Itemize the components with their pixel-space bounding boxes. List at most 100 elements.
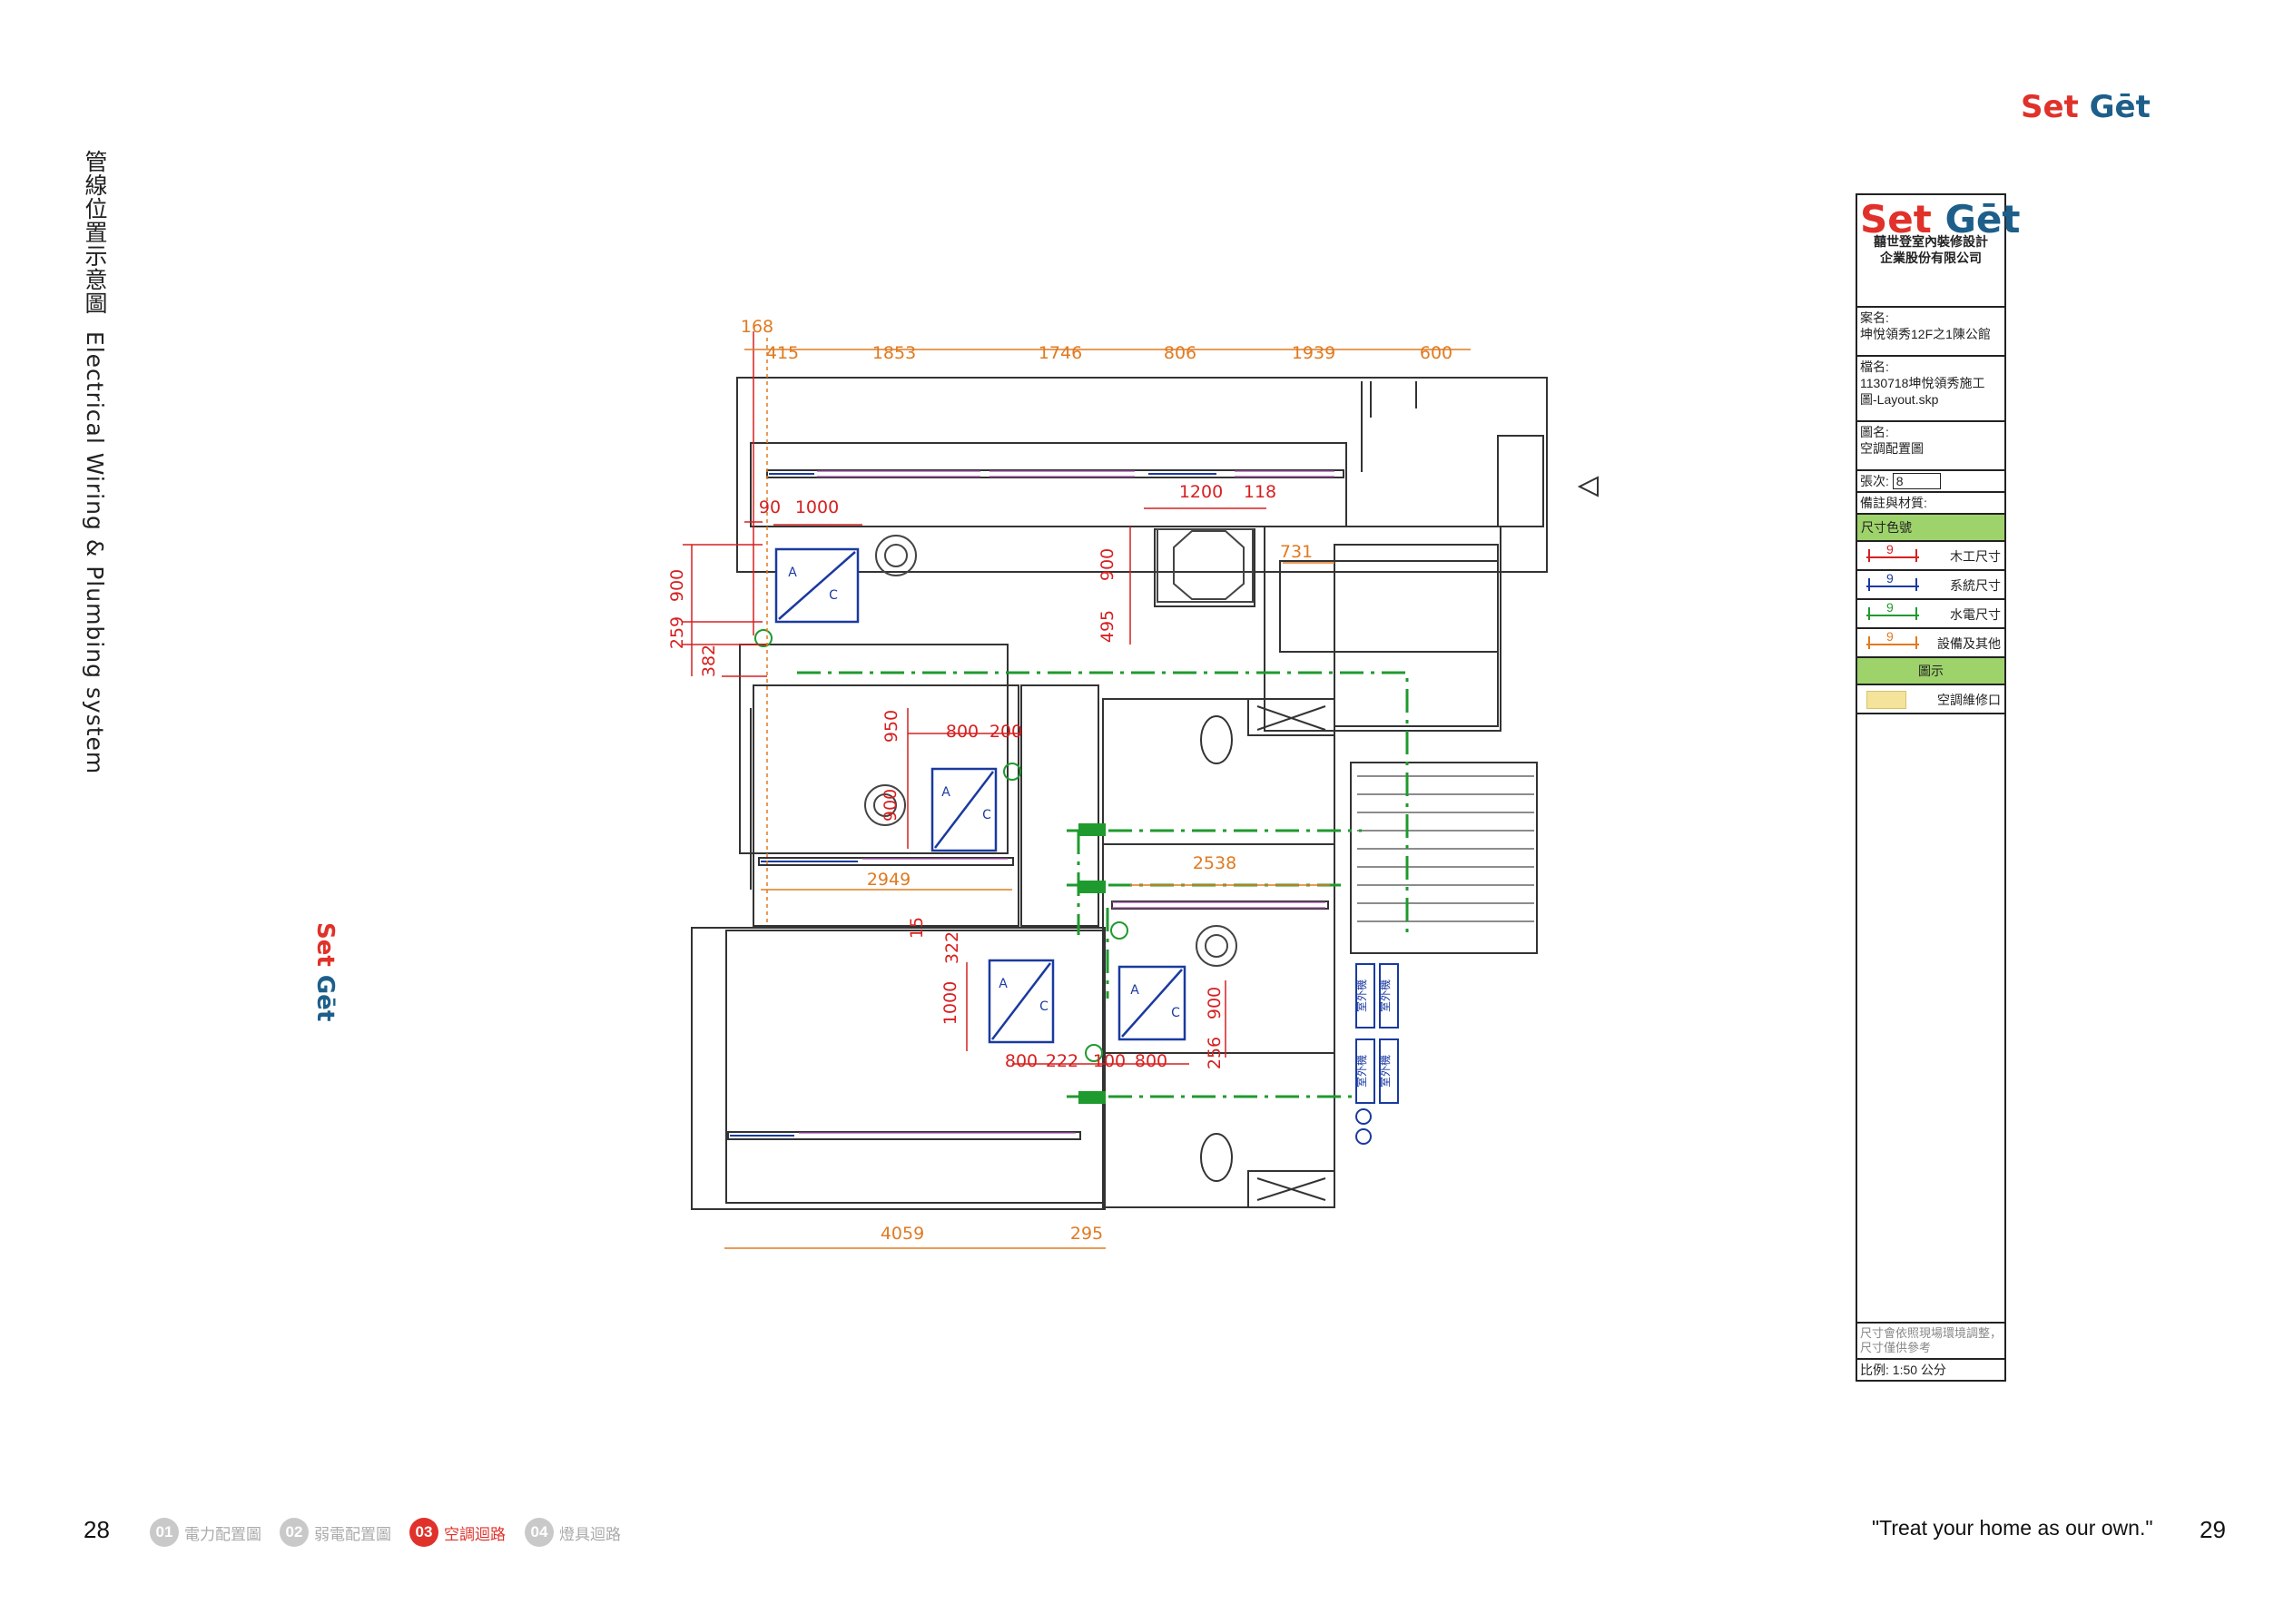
case-label: 案名: bbox=[1860, 310, 1889, 325]
remarks-label: 備註與材質: bbox=[1860, 496, 1927, 510]
dimension-label: 259 bbox=[667, 616, 687, 649]
dimension-label: 295 bbox=[1070, 1224, 1103, 1244]
dimension-label: 950 bbox=[881, 710, 901, 743]
legend-label: 系統尺寸 bbox=[1950, 578, 2001, 593]
file-label: 檔名: bbox=[1860, 359, 1889, 374]
page-number-right: 29 bbox=[2200, 1516, 2226, 1543]
dimension-label: 222 bbox=[1046, 1051, 1078, 1071]
dimension-label: 800 bbox=[946, 722, 979, 742]
dim-colors-header: 尺寸色號 bbox=[1857, 515, 2004, 542]
nav-item-04[interactable]: 04 燈具迴路 bbox=[525, 1518, 621, 1547]
dimension-label: 495 bbox=[1098, 610, 1117, 643]
dimension-label: 1200 bbox=[1179, 482, 1223, 502]
symbol-row: 空調維修口 bbox=[1857, 685, 2004, 714]
drawing-value: 空調配置圖 bbox=[1860, 441, 1924, 456]
legend-dimension-sample: 9 bbox=[1865, 629, 1921, 653]
drawing-label: 圖名: bbox=[1860, 425, 1889, 439]
dimension-label: C bbox=[982, 808, 991, 822]
sheet-label: 張次: bbox=[1860, 474, 1889, 488]
nav-number-badge: 03 bbox=[409, 1518, 438, 1547]
dimension-label: 900 bbox=[667, 569, 687, 602]
dimension-label: A bbox=[1130, 983, 1139, 998]
legend-row: 9 水電尺寸 bbox=[1857, 600, 2004, 629]
dimension-label: 168 bbox=[741, 317, 773, 337]
nav-item-03[interactable]: 03 空調迴路 bbox=[409, 1518, 506, 1547]
file-name-row: 檔名: 1130718坤悅領秀施工圖-Layout.skp bbox=[1857, 357, 2004, 422]
nav-label: 弱電配置圖 bbox=[314, 1525, 391, 1543]
dimension-label: 室外機 bbox=[1378, 979, 1392, 1012]
remarks-row: 備註與材質: bbox=[1857, 493, 2004, 515]
dimension-label: 1000 bbox=[795, 497, 839, 517]
dimension-label: 800 bbox=[1005, 1051, 1038, 1071]
dimension-label: A bbox=[941, 785, 950, 800]
dimension-label: 4059 bbox=[881, 1224, 924, 1244]
legend-row: 9 木工尺寸 bbox=[1857, 542, 2004, 571]
dimension-label: 256 bbox=[1205, 1037, 1225, 1069]
dimension-label: A bbox=[788, 566, 797, 580]
dimension-label: 室外機 bbox=[1354, 979, 1368, 1012]
legend-number: 9 bbox=[1886, 571, 1894, 586]
dimension-label: 1000 bbox=[940, 981, 960, 1025]
dimension-label: A bbox=[999, 977, 1008, 991]
nav-number-badge: 02 bbox=[280, 1518, 309, 1547]
dimension-label: 118 bbox=[1244, 482, 1276, 502]
legend-number: 9 bbox=[1886, 629, 1894, 644]
legend-number: 9 bbox=[1886, 600, 1894, 615]
legend-number: 9 bbox=[1886, 542, 1894, 556]
dimension-label: 1939 bbox=[1292, 343, 1335, 363]
dimension-label: 2538 bbox=[1193, 853, 1236, 873]
drawing-name-row: 圖名: 空調配置圖 bbox=[1857, 422, 2004, 471]
scale-text: 比例: 1:50 公分 bbox=[1860, 1363, 1946, 1377]
nav-number-badge: 01 bbox=[150, 1518, 179, 1547]
legend-label: 設備及其他 bbox=[1937, 636, 2001, 651]
dimension-label: C bbox=[1039, 999, 1048, 1014]
nav-label: 電力配置圖 bbox=[184, 1525, 261, 1543]
sheet-row: 張次: 8 bbox=[1857, 471, 2004, 493]
dimension-label: 322 bbox=[942, 931, 962, 964]
dimension-label: 90 bbox=[759, 497, 781, 517]
legend-dimension-sample: 9 bbox=[1865, 542, 1921, 566]
legend-label: 水電尺寸 bbox=[1950, 607, 2001, 622]
nav-label: 燈具迴路 bbox=[559, 1525, 621, 1543]
title-block-footer: 尺寸會依照現場環境調整，尺寸僅供參考 比例: 1:50 公分 bbox=[1857, 1322, 2004, 1380]
company-line-2: 企業股份有限公司 bbox=[1880, 251, 1982, 265]
dimension-label: 415 bbox=[766, 343, 799, 363]
nav-number-badge: 04 bbox=[525, 1518, 554, 1547]
legend-dimension-sample: 9 bbox=[1865, 571, 1921, 595]
legend-row: 9 設備及其他 bbox=[1857, 629, 2004, 658]
dimension-label: 382 bbox=[699, 645, 719, 677]
dimension-label: 806 bbox=[1164, 343, 1196, 363]
legend-label: 木工尺寸 bbox=[1950, 549, 2001, 564]
dimension-label: 15 bbox=[907, 917, 927, 939]
access-panel-swatch bbox=[1866, 691, 1906, 709]
dimension-label: 731 bbox=[1280, 542, 1313, 562]
case-value: 坤悅領秀12F之1陳公館 bbox=[1860, 327, 1991, 341]
symbol-label: 空調維修口 bbox=[1937, 693, 2001, 707]
tagline: "Treat your home as our own." bbox=[1872, 1516, 2153, 1540]
page-number-left: 28 bbox=[84, 1516, 110, 1543]
case-name-row: 案名: 坤悅領秀12F之1陳公館 bbox=[1857, 308, 2004, 357]
symbol-header: 圖示 bbox=[1857, 658, 2004, 685]
dimension-label: 100 bbox=[1093, 1051, 1126, 1071]
dimension-label: 900 bbox=[1098, 548, 1117, 581]
dimension-label: 1746 bbox=[1039, 343, 1082, 363]
file-value: 1130718坤悅領秀施工圖-Layout.skp bbox=[1860, 376, 1985, 407]
title-block-header: Set Gēt 囍世登室內裝修設計 企業股份有限公司 bbox=[1857, 195, 2020, 308]
legend-row: 9 系統尺寸 bbox=[1857, 571, 2004, 600]
dimension-label: 室外機 bbox=[1378, 1055, 1392, 1088]
dimension-label: 1853 bbox=[872, 343, 916, 363]
dimension-label: 2949 bbox=[867, 870, 911, 890]
nav-label: 空調迴路 bbox=[444, 1525, 506, 1543]
dimension-legend: 9 木工尺寸 9 系統尺寸 9 水電尺寸 9 設備及其他 bbox=[1857, 542, 2004, 658]
dimension-label: C bbox=[1171, 1006, 1180, 1020]
dimension-label: 900 bbox=[881, 789, 901, 822]
dimension-label: 200 bbox=[989, 722, 1022, 742]
nav-item-02[interactable]: 02 弱電配置圖 bbox=[280, 1518, 391, 1547]
nav-item-01[interactable]: 01 電力配置圖 bbox=[150, 1518, 261, 1547]
dimension-label: 900 bbox=[1205, 987, 1225, 1019]
dimension-label: 室外機 bbox=[1354, 1055, 1368, 1088]
sheet-value: 8 bbox=[1892, 473, 1941, 489]
title-block-logo: Set Gēt bbox=[1860, 201, 2020, 239]
company-line-1: 囍世登室內裝修設計 bbox=[1874, 234, 1988, 249]
dimension-label: 800 bbox=[1135, 1051, 1167, 1071]
